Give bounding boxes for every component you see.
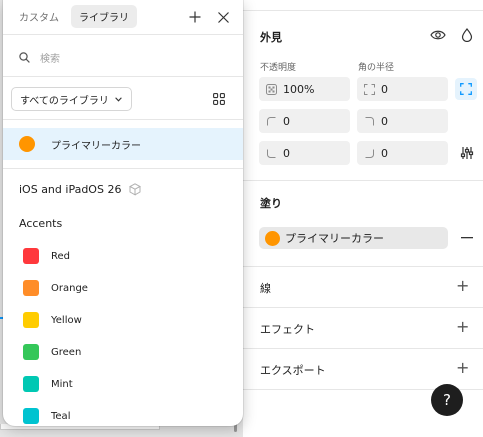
help-button[interactable]: ? <box>431 384 463 416</box>
corner-top-right-field[interactable]: 0 <box>357 109 448 133</box>
selected-style-row[interactable]: プライマリーカラー <box>3 128 243 160</box>
effects-label: エフェクト <box>260 323 315 336</box>
close-icon[interactable] <box>213 7 233 27</box>
appearance-title: 外見 <box>260 31 282 44</box>
color-name: Orange <box>51 282 88 294</box>
divider <box>243 348 483 349</box>
color-item-orange[interactable]: Orange <box>3 272 243 304</box>
color-item-mint[interactable]: Mint <box>3 368 243 400</box>
remove-fill-icon[interactable] <box>457 228 477 248</box>
stroke-label: 線 <box>260 282 271 295</box>
divider <box>243 307 483 308</box>
group-title: Accents <box>19 217 63 230</box>
corner-radius-value: 0 <box>381 82 388 96</box>
divider <box>3 34 243 35</box>
tab-custom[interactable]: カスタム <box>11 5 67 28</box>
export-label: エクスポート <box>260 364 326 377</box>
library-select-value: すべてのライブラリ <box>20 95 109 107</box>
plus-icon[interactable] <box>185 7 205 27</box>
divider <box>243 180 483 181</box>
corner-top-left-field[interactable]: 0 <box>259 109 350 133</box>
color-swatch <box>23 376 39 392</box>
corner-bottom-right-value: 0 <box>381 146 388 160</box>
search-field[interactable]: 検索 <box>19 48 60 66</box>
add-effect-icon[interactable]: + <box>456 319 469 335</box>
color-name: Yellow <box>51 314 82 326</box>
opacity-value: 100% <box>283 82 315 96</box>
divider <box>243 10 483 11</box>
color-name: Teal <box>51 410 71 422</box>
add-export-icon[interactable]: + <box>456 360 469 376</box>
color-swatch <box>23 408 39 424</box>
color-library-popover: カスタム ライブラリ 検索 すべてのライブラリ プライマリーカラー iOS an… <box>3 0 243 426</box>
search-placeholder: 検索 <box>40 53 60 65</box>
color-list: Red Orange Yellow Green Mint Teal <box>3 240 243 426</box>
color-swatch <box>23 312 39 328</box>
color-swatch <box>23 248 39 264</box>
corner-top-right-icon <box>357 116 381 126</box>
color-item-red[interactable]: Red <box>3 240 243 272</box>
blend-mode-drop-icon[interactable] <box>457 25 477 45</box>
divider <box>243 266 483 267</box>
corner-radius-label: 角の半径 <box>358 63 395 73</box>
corner-bottom-right-field[interactable]: 0 <box>357 141 448 165</box>
library-select[interactable]: すべてのライブラリ <box>11 87 132 111</box>
search-icon <box>19 51 30 63</box>
corner-radius-icon <box>357 83 381 95</box>
adjust-sliders-icon[interactable] <box>457 143 477 163</box>
color-item-green[interactable]: Green <box>3 336 243 368</box>
fill-style-name: プライマリーカラー <box>285 232 384 245</box>
fill-color-swatch <box>264 230 280 246</box>
selected-style-name: プライマリーカラー <box>51 140 141 152</box>
color-name: Green <box>51 346 82 358</box>
library-header[interactable]: iOS and iPadOS 26 <box>19 183 142 196</box>
color-item-teal[interactable]: Teal <box>3 400 243 426</box>
corner-top-left-value: 0 <box>283 114 290 128</box>
library-component-icon <box>129 183 142 196</box>
opacity-field[interactable]: 100% <box>259 77 350 101</box>
divider <box>3 119 243 120</box>
corner-bottom-left-field[interactable]: 0 <box>259 141 350 165</box>
color-swatch <box>23 280 39 296</box>
chevron-down-icon <box>115 96 122 102</box>
corner-bottom-left-icon <box>259 149 283 158</box>
opacity-label: 不透明度 <box>260 63 297 73</box>
fill-style-chip[interactable]: プライマリーカラー <box>259 227 448 249</box>
divider <box>3 168 243 169</box>
color-name: Mint <box>51 378 73 390</box>
corner-top-left-icon <box>259 116 283 126</box>
library-name: iOS and iPadOS 26 <box>19 183 122 196</box>
opacity-icon <box>259 83 283 95</box>
corner-bottom-right-icon <box>357 149 381 158</box>
divider <box>3 76 243 77</box>
color-swatch <box>23 344 39 360</box>
corner-radius-field[interactable]: 0 <box>357 77 448 101</box>
corner-bottom-left-value: 0 <box>283 146 290 160</box>
independent-corners-icon[interactable] <box>455 78 477 100</box>
properties-panel: 外見 不透明度 角の半径 100% 0 0 0 0 0 塗り プライマリーカラー… <box>242 0 483 437</box>
fill-title: 塗り <box>260 197 282 210</box>
grid-view-icon[interactable] <box>209 89 229 109</box>
popover-tabs: カスタム ライブラリ <box>11 5 137 29</box>
eye-icon[interactable] <box>428 25 448 45</box>
add-stroke-icon[interactable]: + <box>456 278 469 294</box>
tab-libraries[interactable]: ライブラリ <box>71 5 137 28</box>
color-name: Red <box>51 250 70 262</box>
corner-top-right-value: 0 <box>381 114 388 128</box>
style-color-swatch <box>19 136 35 152</box>
color-item-yellow[interactable]: Yellow <box>3 304 243 336</box>
